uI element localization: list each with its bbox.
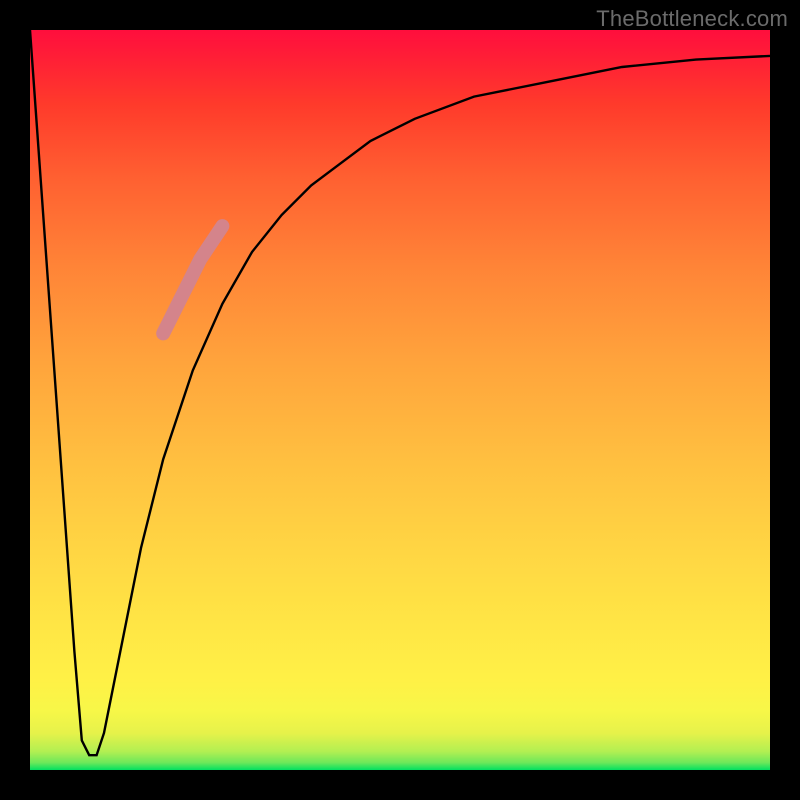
chart-frame: TheBottleneck.com bbox=[0, 0, 800, 800]
series-baseline-line bbox=[30, 30, 770, 755]
plot-area bbox=[30, 30, 770, 770]
chart-svg bbox=[30, 30, 770, 770]
series-highlight-segment bbox=[163, 226, 222, 333]
watermark-text: TheBottleneck.com bbox=[596, 6, 788, 32]
